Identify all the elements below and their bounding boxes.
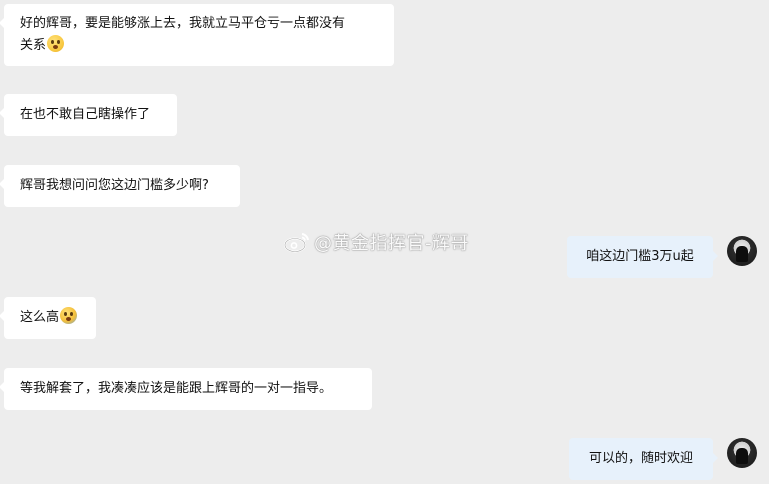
- message-bubble-outgoing[interactable]: 咱这边门槛3万u起: [567, 236, 718, 278]
- chat-area: 好的辉哥，要是能够涨上去，我就立马平仓亏一点都没有 关系 在也不敢自己瞎操作了 …: [0, 0, 769, 484]
- message-text: 咱这边门槛3万u起: [586, 249, 694, 264]
- message-text: 在也不敢自己瞎操作了: [20, 107, 151, 122]
- message-text: 等我解套了，我凑凑应该是能跟上辉哥的一对一指导。: [20, 381, 333, 396]
- message-text: 辉哥我想问问您这边门槛多少啊?: [20, 178, 209, 193]
- message-text: 可以的，随时欢迎: [588, 451, 693, 466]
- message-bubble-incoming[interactable]: 好的辉哥，要是能够涨上去，我就立马平仓亏一点都没有 关系: [0, 4, 394, 66]
- message-text: 这么高: [20, 310, 60, 325]
- avatar[interactable]: [727, 438, 757, 468]
- message-text: 关系: [20, 38, 47, 53]
- message-bubble-outgoing[interactable]: 可以的，随时欢迎: [569, 438, 718, 480]
- astonished-face-emoji-icon: [47, 35, 65, 52]
- message-bubble-incoming[interactable]: 等我解套了，我凑凑应该是能跟上辉哥的一对一指导。: [0, 368, 372, 410]
- message-bubble-incoming[interactable]: 辉哥我想问问您这边门槛多少啊?: [0, 165, 240, 207]
- avatar[interactable]: [727, 236, 757, 266]
- screaming-face-emoji-icon: [60, 307, 78, 324]
- message-text: 好的辉哥，要是能够涨上去，我就立马平仓亏一点都没有: [20, 16, 346, 31]
- message-bubble-incoming[interactable]: 在也不敢自己瞎操作了: [0, 94, 177, 136]
- message-bubble-incoming[interactable]: 这么高: [0, 297, 96, 339]
